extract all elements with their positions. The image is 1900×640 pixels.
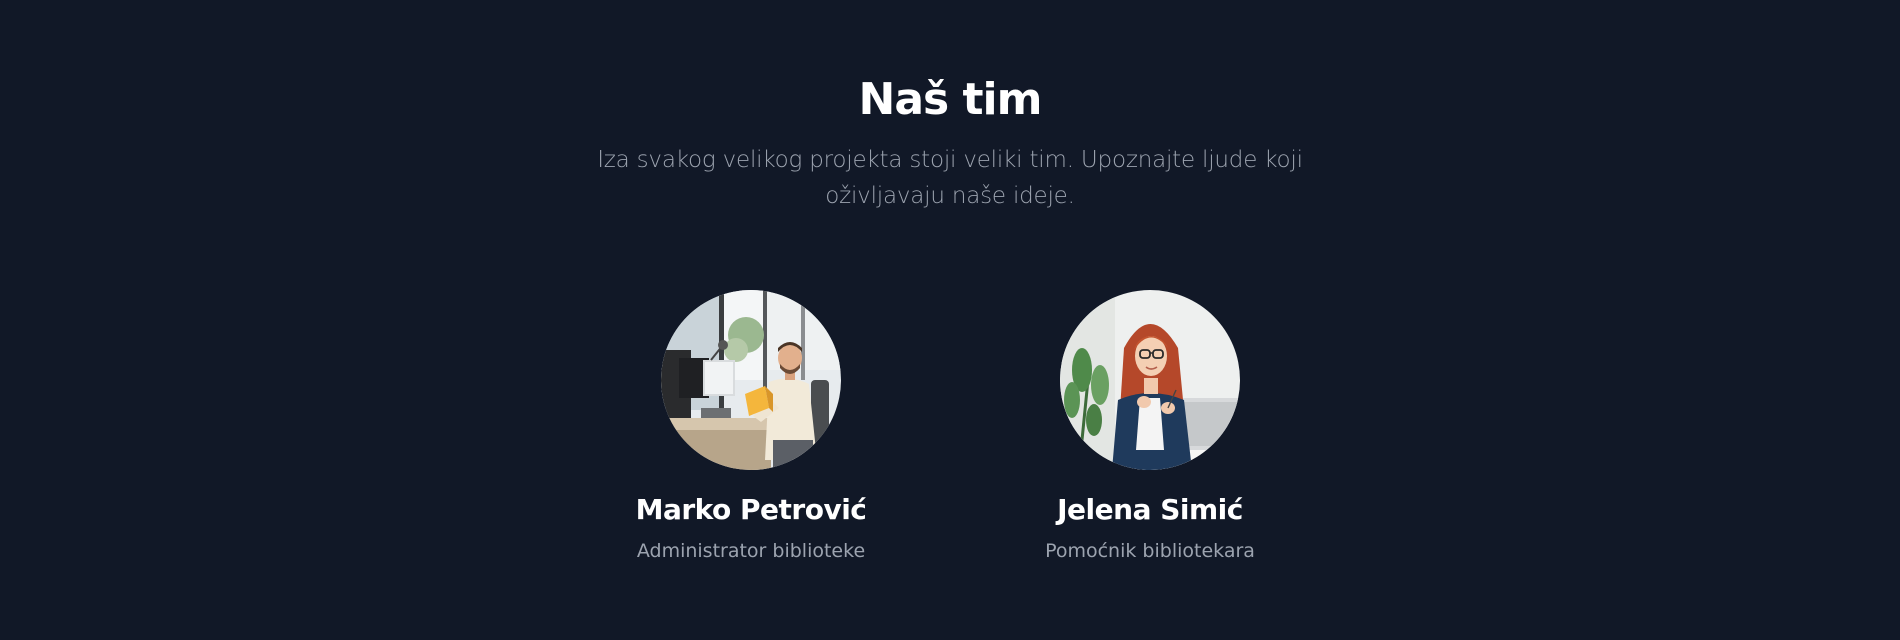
section-subtitle: Iza svakog velikog projekta stoji veliki… [597, 147, 1303, 209]
avatar [661, 290, 841, 470]
team-section: Naš tim Iza svakog velikog projekta stoj… [0, 0, 1900, 640]
team-member-card: Marko Petrović Administrator biblioteke [601, 290, 901, 564]
member-role: Pomoćnik bibliotekara [1045, 540, 1255, 562]
member-name: Marko Petrović [635, 493, 867, 526]
avatar [1060, 290, 1240, 470]
section-title: Naš tim [858, 74, 1043, 125]
member-role: Administrator biblioteke [636, 540, 866, 562]
team-member-card: Jelena Simić Pomoćnik bibliotekara [1000, 290, 1300, 564]
member-name: Jelena Simić [1057, 493, 1243, 526]
